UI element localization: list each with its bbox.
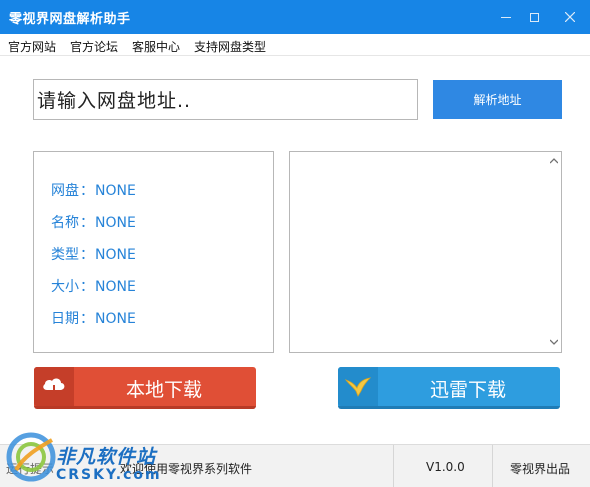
- window-title: 零视界网盘解析助手: [9, 12, 131, 27]
- info-value: NONE: [95, 279, 136, 295]
- watermark-name: 非凡软件站: [56, 446, 157, 468]
- chevron-down-icon: [550, 339, 558, 345]
- chevron-up-icon: [550, 158, 558, 164]
- scroll-down-button[interactable]: [549, 337, 559, 347]
- info-sep: ：: [80, 247, 94, 263]
- info-row-drive: 网盘：NONE: [51, 180, 136, 200]
- info-row-date: 日期：NONE: [51, 308, 136, 328]
- info-value: NONE: [95, 311, 136, 327]
- info-sep: ：: [80, 311, 94, 327]
- local-download-label: 本地下载: [126, 379, 203, 401]
- menu-item-official-site[interactable]: 官方网站: [8, 38, 56, 55]
- maker-label: 零视界出品: [510, 462, 571, 476]
- parse-button[interactable]: 解析地址: [433, 80, 562, 119]
- title-bar: 零视界网盘解析助手: [0, 0, 590, 34]
- maximize-icon: [529, 12, 539, 22]
- status-divider: [393, 445, 394, 487]
- info-panel: 网盘：NONE 名称：NONE 类型：NONE 大小：NONE 日期：NONE: [33, 151, 274, 353]
- close-button[interactable]: [552, 0, 588, 34]
- watermark: 非凡软件站 CRSKY.com: [4, 426, 164, 486]
- info-key: 网盘: [51, 183, 79, 199]
- local-download-button[interactable]: 本地下载: [34, 367, 256, 409]
- cloud-download-icon: [34, 367, 74, 406]
- info-key: 日期: [51, 311, 79, 327]
- info-key: 类型: [51, 247, 79, 263]
- maximize-button[interactable]: [516, 0, 552, 34]
- menu-item-official-forum[interactable]: 官方论坛: [70, 38, 118, 55]
- thunder-download-button[interactable]: 迅雷下载: [338, 367, 560, 409]
- info-value: NONE: [95, 183, 136, 199]
- scroll-up-button[interactable]: [549, 156, 559, 166]
- watermark-logo-icon: [6, 432, 56, 482]
- thunder-download-label: 迅雷下载: [430, 379, 507, 401]
- info-row-size: 大小：NONE: [51, 276, 136, 296]
- info-sep: ：: [80, 183, 94, 199]
- minimize-icon: [501, 16, 511, 18]
- output-textarea[interactable]: [289, 151, 562, 353]
- url-input[interactable]: 请输入网盘地址..: [33, 79, 418, 120]
- info-value: NONE: [95, 247, 136, 263]
- info-row-name: 名称：NONE: [51, 212, 136, 232]
- info-key: 名称: [51, 215, 79, 231]
- close-icon: [565, 12, 575, 22]
- thunder-bird-icon: [338, 367, 378, 406]
- info-key: 大小: [51, 279, 79, 295]
- menu-bar: 官方网站 官方论坛 客服中心 支持网盘类型: [0, 34, 590, 56]
- version-label: V1.0.0: [426, 460, 465, 474]
- info-sep: ：: [80, 215, 94, 231]
- info-row-type: 类型：NONE: [51, 244, 136, 264]
- info-value: NONE: [95, 215, 136, 231]
- status-divider: [492, 445, 493, 487]
- info-sep: ：: [80, 279, 94, 295]
- watermark-domain: CRSKY.com: [56, 467, 162, 483]
- menu-item-supported-types[interactable]: 支持网盘类型: [194, 38, 266, 55]
- menu-item-support-center[interactable]: 客服中心: [132, 38, 180, 55]
